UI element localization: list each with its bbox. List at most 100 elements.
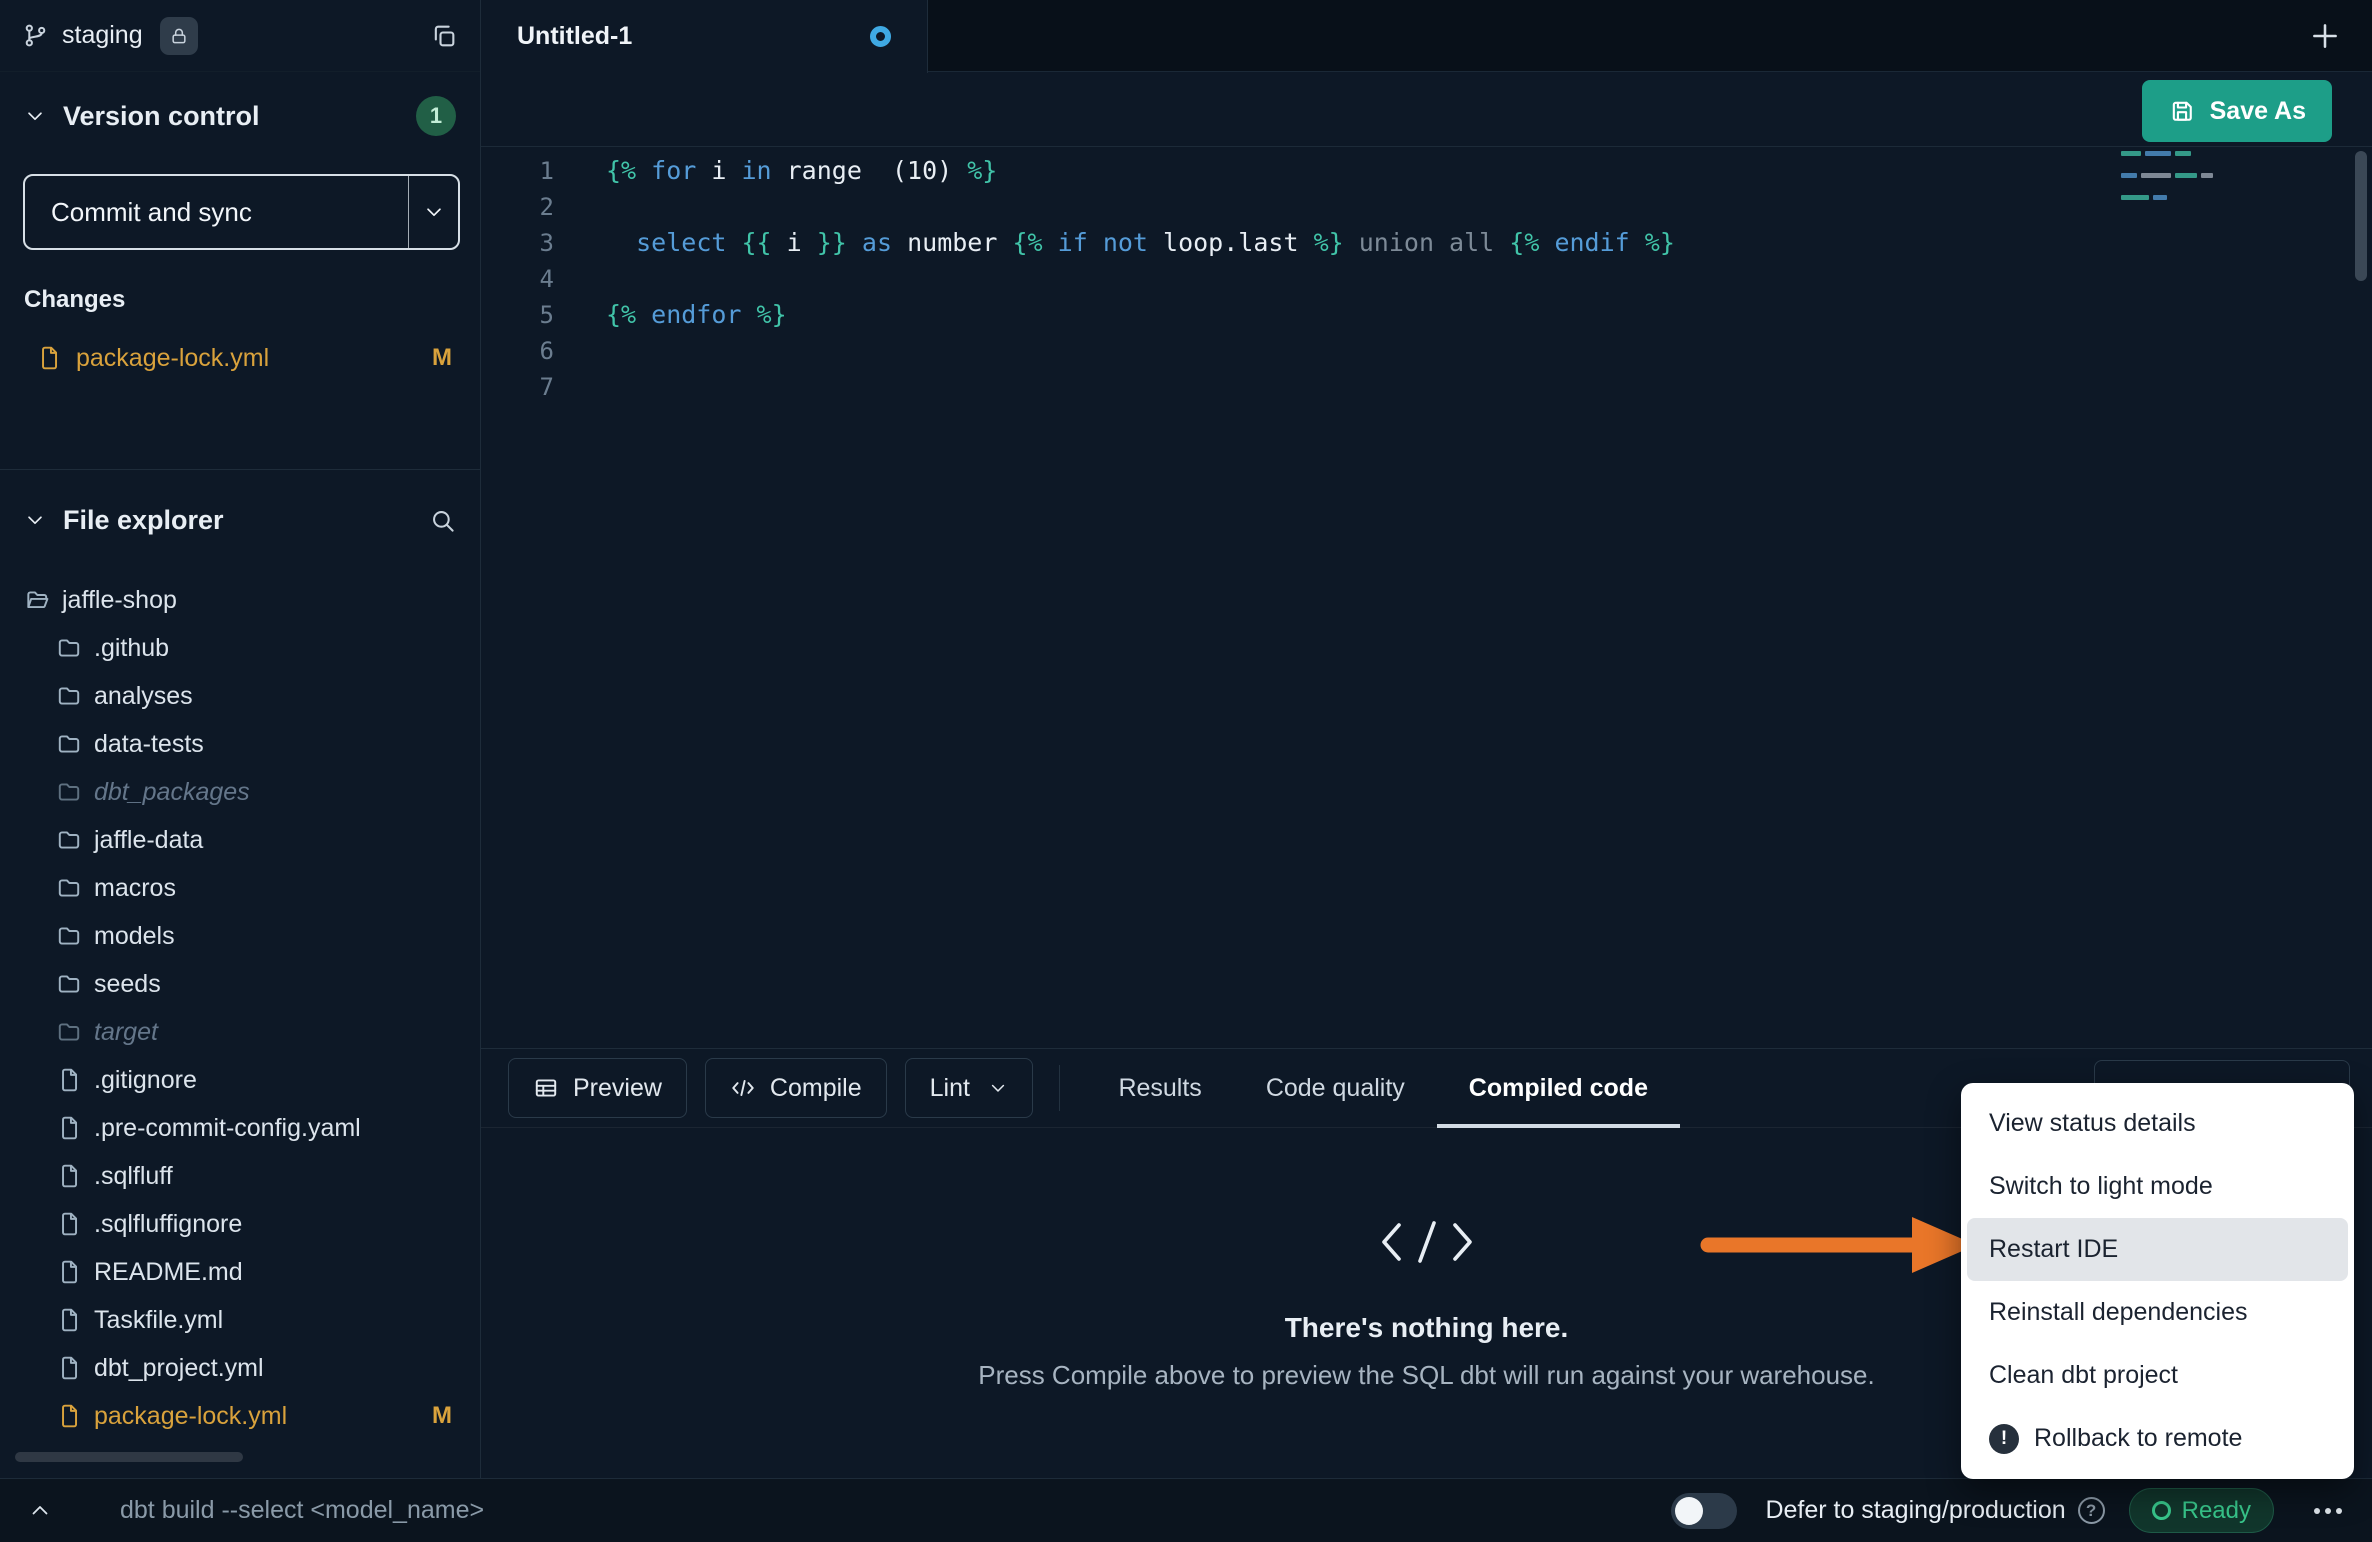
chevron-down-icon bbox=[988, 1078, 1008, 1098]
tree-item-sqlfluff[interactable]: .sqlfluff bbox=[0, 1152, 480, 1200]
empty-state-title: There's nothing here. bbox=[1285, 1312, 1569, 1344]
menu-item-clean-dbt-project[interactable]: Clean dbt project bbox=[1967, 1344, 2348, 1407]
panel-tab-results[interactable]: Results bbox=[1086, 1049, 1233, 1127]
tab-untitled-1[interactable]: Untitled-1 bbox=[481, 0, 928, 73]
tree-item-jaffle-data[interactable]: jaffle-data bbox=[0, 816, 480, 864]
changes-list: package-lock.ymlM bbox=[0, 334, 480, 382]
tree-item-github[interactable]: .github bbox=[0, 624, 480, 672]
menu-item-reinstall-dependencies[interactable]: Reinstall dependencies bbox=[1967, 1281, 2348, 1344]
tree-item-analyses[interactable]: analyses bbox=[0, 672, 480, 720]
tree-item-label: jaffle-data bbox=[94, 826, 203, 855]
tree-item-jaffle-shop[interactable]: jaffle-shop bbox=[0, 576, 480, 624]
line-number: 1 bbox=[481, 153, 606, 189]
sidebar-scrollbar[interactable] bbox=[15, 1452, 243, 1462]
chevron-down-icon bbox=[24, 509, 46, 531]
menu-item-label: Rollback to remote bbox=[2034, 1424, 2242, 1453]
tree-item-label: package-lock.yml bbox=[94, 1402, 287, 1431]
menu-item-label: Switch to light mode bbox=[1989, 1172, 2213, 1201]
menu-item-restart-ide[interactable]: Restart IDE bbox=[1967, 1218, 2348, 1281]
modified-badge: M bbox=[432, 1402, 452, 1430]
tree-item-seeds[interactable]: seeds bbox=[0, 960, 480, 1008]
file-search-button[interactable] bbox=[429, 507, 456, 534]
save-as-button[interactable]: Save As bbox=[2142, 80, 2332, 142]
copy-branch-button[interactable] bbox=[430, 22, 458, 50]
tree-item-label: data-tests bbox=[94, 730, 204, 759]
tree-item-pre-commit-config-yaml[interactable]: .pre-commit-config.yaml bbox=[0, 1104, 480, 1152]
folder-icon bbox=[56, 971, 82, 997]
minimap[interactable] bbox=[2121, 151, 2221, 206]
overflow-menu-button[interactable] bbox=[2312, 1500, 2344, 1522]
tree-item-label: analyses bbox=[94, 682, 193, 711]
code-editor[interactable]: 1{% for i in range (10) %}23 select {{ i… bbox=[481, 147, 2372, 1048]
version-control-header[interactable]: Version control 1 bbox=[0, 92, 480, 140]
file-icon bbox=[56, 1211, 82, 1237]
command-input[interactable]: dbt build --select <model_name> bbox=[120, 1496, 484, 1525]
compile-label: Compile bbox=[770, 1074, 862, 1103]
folder-icon bbox=[56, 635, 82, 661]
compile-button[interactable]: Compile bbox=[705, 1058, 887, 1118]
help-icon[interactable]: ? bbox=[2078, 1497, 2105, 1524]
tree-item-gitignore[interactable]: .gitignore bbox=[0, 1056, 480, 1104]
expand-command-bar-button[interactable] bbox=[28, 1499, 52, 1523]
code-line-7[interactable]: 7 bbox=[481, 369, 2372, 405]
tree-item-label: .gitignore bbox=[94, 1066, 197, 1095]
code-line-1[interactable]: 1{% for i in range (10) %} bbox=[481, 153, 2372, 189]
editor-header: Save As bbox=[481, 72, 2372, 147]
changed-file-package-lock-yml[interactable]: package-lock.ymlM bbox=[0, 334, 480, 382]
code-line-4[interactable]: 4 bbox=[481, 261, 2372, 297]
save-icon bbox=[2168, 97, 2196, 125]
file-explorer-header[interactable]: File explorer bbox=[0, 496, 480, 544]
tree-item-models[interactable]: models bbox=[0, 912, 480, 960]
editor-scrollbar[interactable] bbox=[2355, 151, 2367, 281]
tree-item-dbt-project-yml[interactable]: dbt_project.yml bbox=[0, 1344, 480, 1392]
line-number: 2 bbox=[481, 189, 606, 225]
code-line-5[interactable]: 5{% endfor %} bbox=[481, 297, 2372, 333]
tree-item-data-tests[interactable]: data-tests bbox=[0, 720, 480, 768]
preview-button[interactable]: Preview bbox=[508, 1058, 687, 1118]
preview-label: Preview bbox=[573, 1074, 662, 1103]
status-bar: dbt build --select <model_name> Defer to… bbox=[0, 1478, 2372, 1542]
file-tree: jaffle-shop.github analyses data-tests dbt_… bbox=[0, 576, 480, 1440]
tree-item-taskfile-yml[interactable]: Taskfile.yml bbox=[0, 1296, 480, 1344]
panel-tab-code-quality[interactable]: Code quality bbox=[1234, 1049, 1437, 1127]
tree-item-readme-md[interactable]: README.md bbox=[0, 1248, 480, 1296]
commit-and-sync-button[interactable]: Commit and sync bbox=[23, 174, 460, 250]
version-control-title: Version control bbox=[63, 101, 260, 132]
menu-item-label: View status details bbox=[1989, 1109, 2196, 1138]
status-badge: Ready bbox=[2129, 1488, 2274, 1533]
panel-tab-compiled-code[interactable]: Compiled code bbox=[1437, 1049, 1680, 1127]
branch-header[interactable]: staging bbox=[0, 0, 480, 72]
tree-item-label: Taskfile.yml bbox=[94, 1306, 223, 1335]
code-line-3[interactable]: 3 select {{ i }} as number {% if not loo… bbox=[481, 225, 2372, 261]
tree-item-label: dbt_project.yml bbox=[94, 1354, 264, 1383]
code-icon bbox=[730, 1075, 756, 1101]
save-as-label: Save As bbox=[2210, 97, 2306, 126]
defer-toggle[interactable] bbox=[1671, 1493, 1737, 1529]
tree-item-sqlfluffignore[interactable]: .sqlfluffignore bbox=[0, 1200, 480, 1248]
menu-item-rollback-to-remote[interactable]: ! Rollback to remote bbox=[1967, 1407, 2348, 1470]
menu-item-switch-to-light-mode[interactable]: Switch to light mode bbox=[1967, 1155, 2348, 1218]
ready-label: Ready bbox=[2182, 1497, 2251, 1525]
defer-label: Defer to staging/production bbox=[1765, 1496, 2065, 1525]
version-control-section: Version control 1 Commit and sync Change… bbox=[0, 72, 480, 469]
tree-item-dbt-packages[interactable]: dbt_packages bbox=[0, 768, 480, 816]
code-line-2[interactable]: 2 bbox=[481, 189, 2372, 225]
tree-item-target[interactable]: target bbox=[0, 1008, 480, 1056]
editor-tabbar: Untitled-1 bbox=[481, 0, 2372, 72]
tree-item-label: models bbox=[94, 922, 175, 951]
tree-item-macros[interactable]: macros bbox=[0, 864, 480, 912]
code-line-6[interactable]: 6 bbox=[481, 333, 2372, 369]
folder-open-icon bbox=[24, 587, 50, 613]
tab-label: Untitled-1 bbox=[517, 22, 632, 51]
new-tab-button[interactable] bbox=[2308, 19, 2342, 58]
line-number: 5 bbox=[481, 297, 606, 333]
tree-item-label: .sqlfluffignore bbox=[94, 1210, 242, 1239]
file-icon bbox=[56, 1067, 82, 1093]
table-icon bbox=[533, 1075, 559, 1101]
tree-item-package-lock-yml[interactable]: package-lock.yml M bbox=[0, 1392, 480, 1440]
git-branch-icon bbox=[22, 22, 49, 49]
alert-icon: ! bbox=[1989, 1424, 2019, 1454]
lint-dropdown-button[interactable]: Lint bbox=[905, 1058, 1033, 1118]
menu-item-view-status-details[interactable]: View status details bbox=[1967, 1092, 2348, 1155]
commit-options-dropdown[interactable] bbox=[408, 176, 458, 248]
